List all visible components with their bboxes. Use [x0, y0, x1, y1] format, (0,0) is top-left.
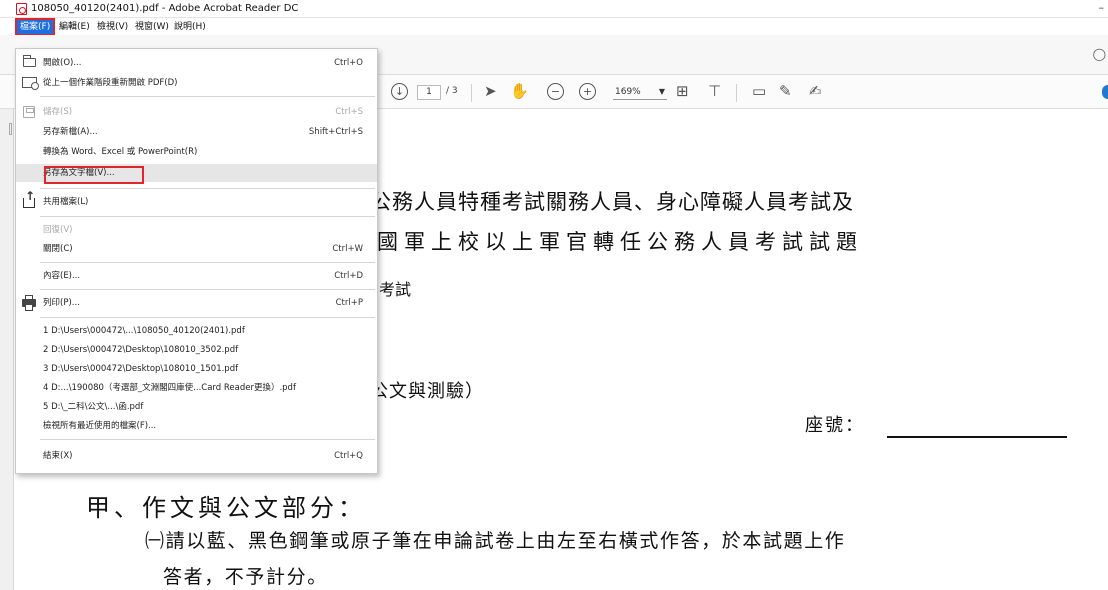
- menu-item-label: 關閉(C): [43, 244, 73, 254]
- menu-item-open[interactable]: 開啟(O)... Ctrl+O: [16, 54, 377, 72]
- menu-item-shortcut: Ctrl+Q: [334, 451, 363, 461]
- menu-item-recent-4[interactable]: 4 D:...\190080（考選部_文淵閣四庫使...Card Reader更…: [16, 379, 377, 397]
- menu-view[interactable]: 檢視(V): [94, 20, 131, 34]
- page-total: / 3: [446, 86, 458, 96]
- menu-item-shortcut: Shift+Ctrl+S: [308, 127, 363, 137]
- menu-divider: [40, 317, 375, 318]
- sign-icon[interactable]: ✍: [809, 81, 822, 101]
- doc-title-line1: 公務人員特種考試關務人員、身心障礙人員考試及: [370, 190, 854, 214]
- menu-item-shortcut: Ctrl+S: [335, 107, 363, 117]
- menu-item-label: 3 D:\Users\000472\Desktop\108010_1501.pd…: [43, 364, 239, 374]
- menu-item-label: 內容(E)...: [43, 271, 81, 281]
- menu-help[interactable]: 說明(H): [171, 20, 209, 34]
- save-icon: [23, 106, 35, 118]
- chevron-down-icon: ▼: [658, 87, 665, 96]
- menu-divider: [40, 289, 375, 290]
- menu-divider: [40, 96, 375, 97]
- doc-title-line2: 國軍上校以上軍官轉任公務人員考試試題: [377, 230, 863, 254]
- menu-item-label: 4 D:...\190080（考選部_文淵閣四庫使...Card Reader更…: [43, 383, 296, 393]
- menu-item-label: 回復(V): [43, 225, 73, 235]
- menu-item-label: 開啟(O)...: [43, 58, 82, 68]
- menu-item-print[interactable]: 列印(P)... Ctrl+P: [16, 294, 377, 312]
- menu-bar: 檔案(F) 編輯(E) 檢視(V) 視窗(W) 說明(H): [0, 18, 1108, 36]
- menu-divider: [40, 216, 375, 217]
- printer-icon: [22, 295, 36, 311]
- minimize-button[interactable]: –: [1099, 1, 1105, 14]
- menu-item-label: 另存新檔(A)...: [43, 127, 98, 137]
- toolbar-divider: [471, 84, 472, 102]
- instruction-line2: 答者，不予計分。: [163, 566, 328, 588]
- menu-item-shortcut: Ctrl+P: [335, 298, 363, 308]
- menu-item-label: 結束(X): [43, 451, 73, 461]
- menu-item-save-as[interactable]: 另存新檔(A)... Shift+Ctrl+S: [16, 123, 377, 141]
- navigation-pane: [0, 109, 14, 590]
- folder-open-icon: [23, 55, 36, 67]
- menu-item-label: 檢視所有最近使用的檔案(F)...: [43, 421, 157, 431]
- menu-item-recent-1[interactable]: 1 D:\Users\000472\...\108050_40120(2401)…: [16, 322, 377, 340]
- next-page-icon[interactable]: ↓: [391, 83, 408, 100]
- menu-item-recent-3[interactable]: 3 D:\Users\000472\Desktop\108010_1501.pd…: [16, 360, 377, 378]
- instruction-line1: ㈠請以藍、黑色鋼筆或原子筆在申論試卷上由左至右橫式作答，於本試題上作: [145, 530, 846, 552]
- hand-tool-icon[interactable]: ✋: [510, 81, 529, 101]
- window-title-bar: 108050_40120(2401).pdf - Adobe Acrobat R…: [0, 0, 1108, 18]
- select-pointer-icon[interactable]: ➤: [484, 81, 497, 101]
- window-title: 108050_40120(2401).pdf - Adobe Acrobat R…: [31, 3, 299, 14]
- help-circle-icon[interactable]: ◯: [1093, 47, 1106, 61]
- section-heading: 甲、作文與公文部分：: [86, 494, 366, 522]
- share-badge-icon[interactable]: [1102, 85, 1108, 99]
- menu-item-reopen-session[interactable]: 從上一個作業階段重新開啟 PDF(D): [16, 74, 377, 92]
- menu-item-label: 共用檔案(L): [43, 197, 89, 207]
- reopen-icon: [22, 77, 39, 90]
- menu-item-close[interactable]: 關閉(C) Ctrl+W: [16, 240, 377, 258]
- zoom-value: 169%: [615, 87, 641, 97]
- menu-divider: [40, 188, 375, 189]
- toolbar-divider: [736, 84, 737, 102]
- zoom-select[interactable]: 169% ▼: [613, 84, 667, 100]
- zoom-in-icon[interactable]: +: [579, 83, 596, 100]
- menu-item-recent-5[interactable]: 5 D:\_二科\公文\...\函.pdf: [16, 398, 377, 416]
- menu-item-convert-office[interactable]: 轉換為 Word、Excel 或 PowerPoint(R): [16, 143, 377, 161]
- seat-number-label: 座號：: [805, 415, 865, 436]
- zoom-out-icon[interactable]: −: [547, 83, 564, 100]
- comment-icon[interactable]: ▭: [752, 81, 766, 101]
- scroll-mode-icon[interactable]: ⊤: [708, 81, 721, 101]
- menu-item-revert[interactable]: 回復(V): [16, 221, 377, 239]
- menu-item-properties[interactable]: 內容(E)... Ctrl+D: [16, 267, 377, 285]
- menu-edit[interactable]: 編輯(E): [56, 20, 93, 34]
- menu-item-shortcut: Ctrl+W: [332, 244, 363, 254]
- menu-item-label: 從上一個作業階段重新開啟 PDF(D): [43, 78, 178, 88]
- fit-page-icon[interactable]: ⊞: [676, 81, 689, 101]
- menu-window[interactable]: 視窗(W): [132, 20, 172, 34]
- menu-item-save[interactable]: 儲存(S) Ctrl+S: [16, 103, 377, 121]
- menu-item-label: 5 D:\_二科\公文\...\函.pdf: [43, 402, 144, 412]
- menu-item-recent-2[interactable]: 2 D:\Users\000472\Desktop\108010_3502.pd…: [16, 341, 377, 359]
- doc-subject-line: 公文與測驗）: [370, 381, 484, 402]
- menu-item-view-all-recent[interactable]: 檢視所有最近使用的檔案(F)...: [16, 417, 377, 435]
- share-icon: [23, 189, 35, 208]
- menu-item-shortcut: Ctrl+D: [334, 271, 363, 281]
- doc-exam-line: 考試: [379, 280, 412, 299]
- menu-item-label: 2 D:\Users\000472\Desktop\108010_3502.pd…: [43, 345, 239, 355]
- menu-item-label: 轉換為 Word、Excel 或 PowerPoint(R): [43, 147, 198, 157]
- page-number-input[interactable]: 1: [417, 85, 441, 100]
- seat-number-underline: [887, 436, 1067, 438]
- menu-item-label: 儲存(S): [43, 107, 73, 117]
- acrobat-app-icon: [16, 3, 27, 15]
- menu-divider: [40, 439, 375, 440]
- pane-handle-icon[interactable]: [9, 123, 12, 135]
- menu-file[interactable]: 檔案(F): [14, 18, 56, 36]
- menu-item-shortcut: Ctrl+O: [334, 58, 363, 68]
- menu-item-label: 1 D:\Users\000472\...\108050_40120(2401)…: [43, 326, 245, 336]
- menu-item-label: 列印(P)...: [43, 298, 80, 308]
- menu-divider: [40, 262, 375, 263]
- menu-item-share[interactable]: 共用檔案(L): [16, 189, 377, 211]
- red-highlight-box: [44, 166, 144, 184]
- menu-item-exit[interactable]: 結束(X) Ctrl+Q: [16, 447, 377, 465]
- highlight-pen-icon[interactable]: ✎: [779, 81, 792, 101]
- file-menu-dropdown: 開啟(O)... Ctrl+O 從上一個作業階段重新開啟 PDF(D) 儲存(S…: [15, 48, 378, 474]
